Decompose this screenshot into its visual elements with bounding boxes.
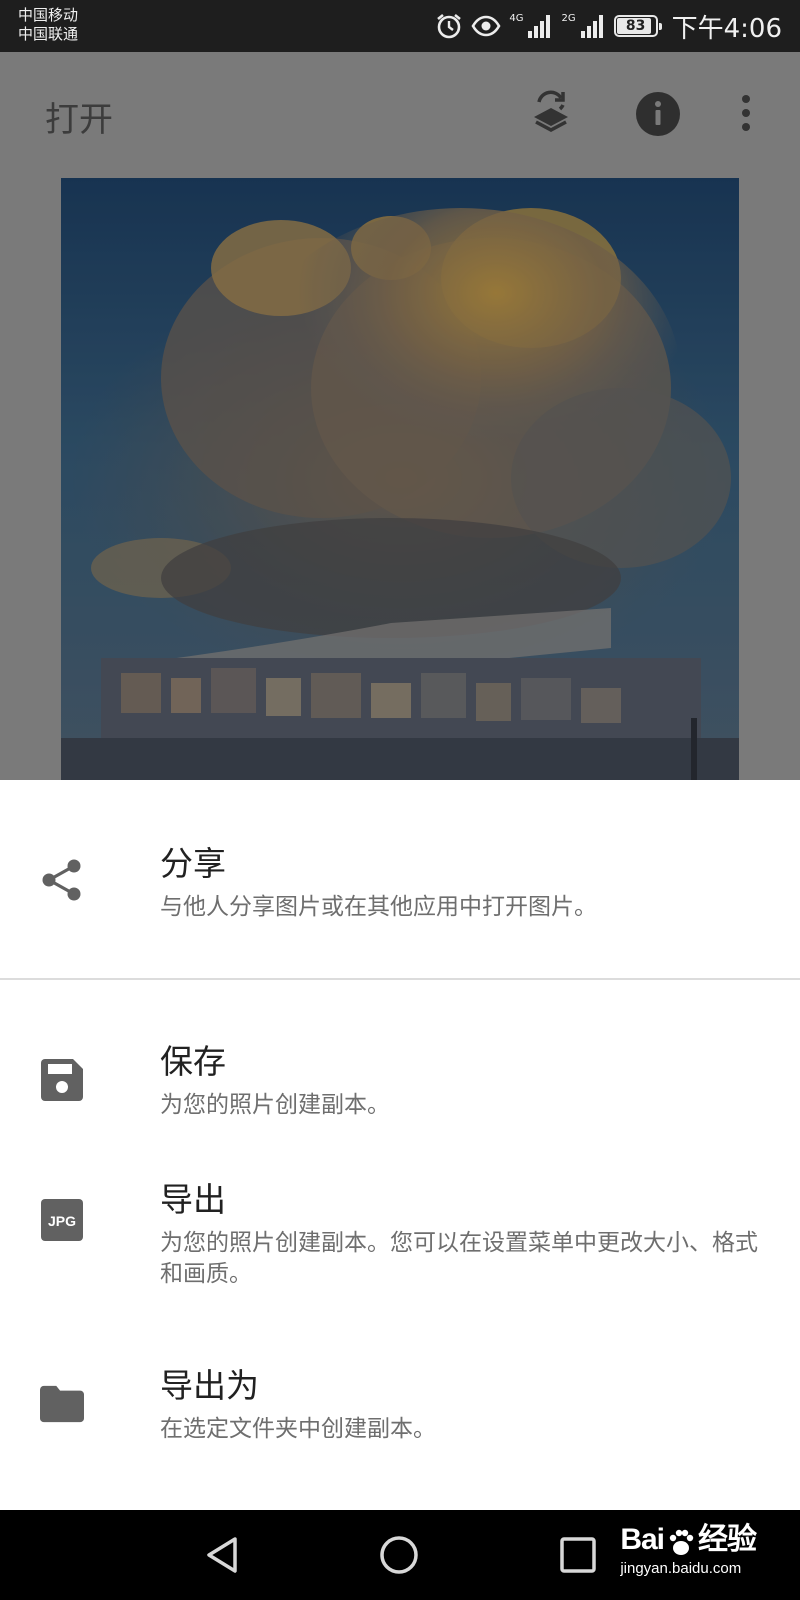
recents-icon[interactable]: [553, 1530, 603, 1580]
export-title: 导出: [160, 1180, 226, 1219]
export-as-title: 导出为: [160, 1366, 259, 1405]
jpg-icon-text: JPG: [48, 1213, 76, 1229]
export-as-description: 在选定文件夹中创建副本。: [160, 1416, 436, 1442]
share-description: 与他人分享图片或在其他应用中打开图片。: [160, 894, 597, 920]
page-title: 打开: [45, 100, 113, 140]
home-icon[interactable]: [374, 1530, 424, 1580]
watermark-url: jingyan.baidu.com: [620, 1559, 742, 1577]
status-bar: 中国移动 中国联通 4G 2G 83 下午4:06: [0, 0, 800, 52]
info-icon[interactable]: [636, 92, 680, 140]
alarm-icon: [435, 12, 463, 40]
export-description: 为您的照片创建副本。您可以在设置菜单中更改大小、格式和画质。: [160, 1230, 758, 1287]
network-type-1: 4G: [509, 12, 524, 24]
app-content-scrim[interactable]: 打开: [0, 52, 800, 780]
share-export-sheet: 分享 与他人分享图片或在其他应用中打开图片。 保存 为您的照片创建副本。 JPG…: [0, 780, 800, 1510]
export-as-option[interactable]: 导出为 在选定文件夹中创建副本。: [0, 1330, 800, 1500]
watermark-brand-cn: 经验: [698, 1523, 757, 1556]
jpg-icon: JPG: [40, 1198, 84, 1242]
save-title: 保存: [160, 1042, 226, 1081]
save-icon: [40, 1058, 84, 1102]
watermark: Bai 经验 jingyan.baidu.com: [620, 1514, 757, 1577]
back-icon[interactable]: [198, 1530, 248, 1580]
battery-level: 83: [625, 18, 646, 34]
share-title: 分享: [160, 844, 226, 883]
share-option[interactable]: 分享 与他人分享图片或在其他应用中打开图片。: [0, 780, 800, 978]
signal-icon-2: [580, 13, 606, 39]
network-type-2: 2G: [561, 12, 576, 24]
signal-icon-1: [527, 13, 553, 39]
more-vert-icon[interactable]: [741, 94, 751, 136]
eye-comfort-icon: [471, 14, 501, 38]
carrier-2: 中国联通: [18, 25, 79, 43]
save-option[interactable]: 保存 为您的照片创建副本。: [0, 980, 800, 1150]
watermark-brand: Bai: [620, 1523, 665, 1556]
paw-icon: [666, 1528, 696, 1562]
carrier-info: 中国移动 中国联通: [18, 6, 78, 44]
navigation-bar: Bai 经验 jingyan.baidu.com: [0, 1510, 800, 1600]
clock: 下午4:06: [671, 13, 782, 44]
folder-icon: [40, 1382, 84, 1426]
status-icons: 4G 2G 83 下午4:06: [435, 8, 782, 44]
layers-refresh-icon[interactable]: [530, 88, 572, 142]
share-icon: [40, 858, 84, 902]
export-option[interactable]: JPG 导出 为您的照片创建副本。您可以在设置菜单中更改大小、格式和画质。: [0, 1150, 800, 1310]
photo-preview[interactable]: [61, 178, 739, 780]
carrier-1: 中国移动: [18, 6, 79, 24]
battery-icon: 83: [613, 15, 662, 37]
save-description: 为您的照片创建副本。: [160, 1092, 390, 1118]
